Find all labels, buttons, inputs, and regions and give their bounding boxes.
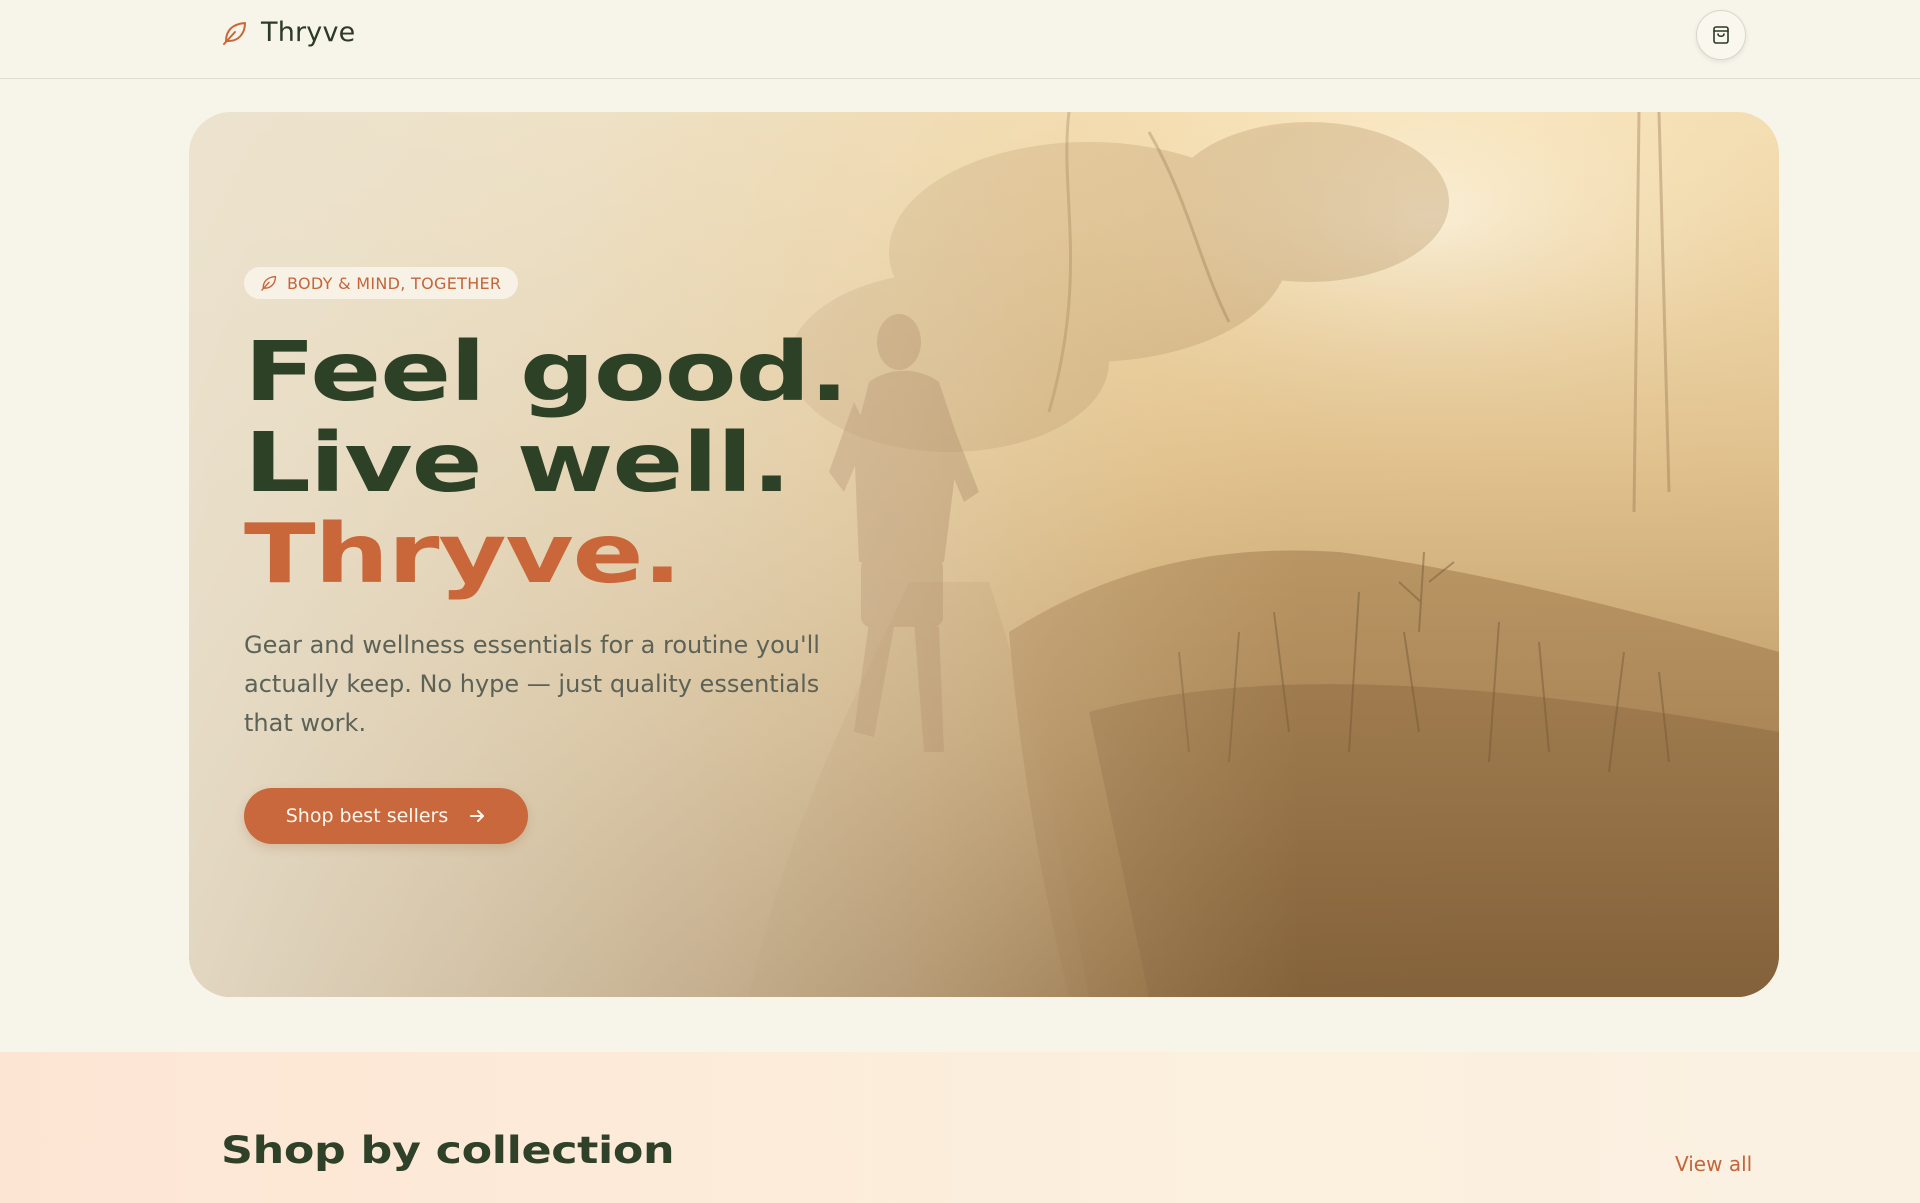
shopping-bag-icon (1713, 26, 1729, 44)
shop-best-sellers-button[interactable]: Shop best sellers (244, 788, 528, 844)
cta-label: Shop best sellers (285, 805, 449, 827)
collections-heading: Shop by collection (221, 1129, 675, 1172)
headline-line-3: Thryve. (244, 507, 682, 602)
tagline-pill: BODY & MIND, TOGETHER (244, 267, 519, 299)
brand-name: Thryve (261, 17, 356, 48)
hero-headline: Feel good. Live well. Thryve. (244, 327, 1396, 600)
headline-line-2: Live well. (244, 416, 791, 511)
arrow-right-icon (470, 810, 485, 822)
cart-button[interactable] (1696, 10, 1746, 60)
leaf-icon (261, 275, 277, 291)
hero-banner: BODY & MIND, TOGETHER Feel good. Live we… (189, 112, 1779, 997)
view-all-link[interactable]: View all (1675, 1152, 1752, 1176)
hero-description: Gear and wellness essentials for a routi… (244, 631, 820, 737)
brand-logo-link[interactable]: Thryve (221, 17, 355, 48)
tagline-text: BODY & MIND, TOGETHER (287, 273, 502, 293)
leaf-icon (223, 21, 246, 45)
collections-section: Shop by collection View all (0, 1052, 1920, 1203)
headline-line-1: Feel good. (244, 325, 849, 420)
site-header: Thryve (0, 0, 1920, 79)
